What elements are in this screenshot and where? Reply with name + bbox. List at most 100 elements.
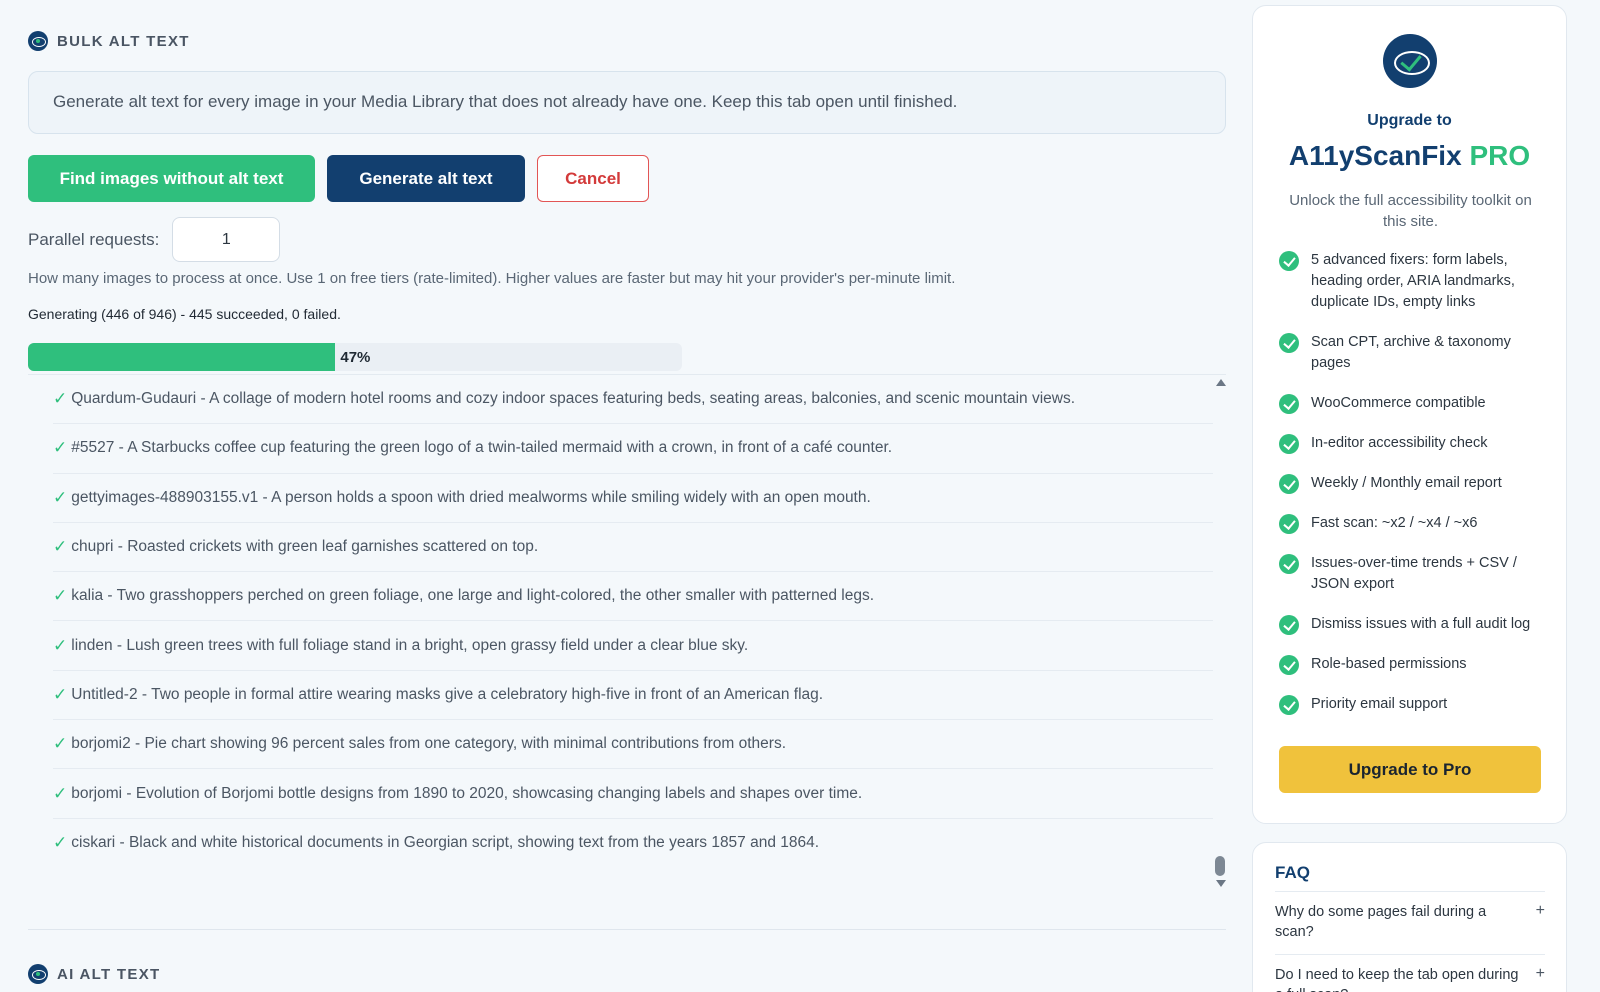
- result-text: Untitled-2 - Two people in formal attire…: [71, 685, 824, 703]
- check-circle-icon: [1279, 394, 1299, 414]
- result-item: ✓ chupri - Roasted crickets with green le…: [53, 523, 1213, 573]
- check-icon: ✓: [53, 586, 68, 606]
- result-item: ✓ Untitled-2 - Two people in formal attir…: [53, 671, 1213, 721]
- check-circle-icon: [1279, 333, 1299, 353]
- feature-item: Issues-over-time trends + CSV / JSON exp…: [1279, 553, 1554, 595]
- scrollbar-thumb[interactable]: [1215, 856, 1225, 876]
- result-item: ✓ linden - Lush green trees with full fol…: [53, 621, 1213, 671]
- cancel-button[interactable]: Cancel: [537, 155, 649, 202]
- upgrade-to-label: Upgrade to: [1367, 112, 1452, 129]
- product-name: A11yScanFix: [1288, 140, 1462, 171]
- feature-text: Weekly / Monthly email report: [1311, 475, 1502, 491]
- result-item: ✓ ciskari - Black and white historical do…: [53, 819, 1213, 868]
- check-circle-icon: [1279, 434, 1299, 454]
- eye-logo-icon: [28, 964, 48, 984]
- feature-item: 5 advanced fixers: form labels, heading …: [1279, 250, 1554, 313]
- info-notice: Generate alt text for every image in you…: [28, 71, 1226, 134]
- feature-text: 5 advanced fixers: form labels, heading …: [1311, 252, 1515, 310]
- section-title: BULK ALT TEXT: [57, 32, 190, 50]
- results-log[interactable]: ✓ Quardum-Gudauri - A collage of modern h…: [28, 374, 1226, 887]
- parallel-help-text: How many images to process at once. Use …: [28, 270, 956, 287]
- action-buttons: Find images without alt text Generate al…: [28, 155, 649, 202]
- results-list: ✓ Quardum-Gudauri - A collage of modern h…: [53, 375, 1213, 868]
- ai-alt-text-header: AI ALT TEXT: [28, 964, 160, 984]
- progress-bar-fill: [28, 343, 336, 371]
- upgrade-pro-card: Upgrade to A11yScanFix PRO Unlock the fu…: [1252, 5, 1567, 824]
- eye-check-logo-icon: [1383, 34, 1437, 88]
- feature-text: Scan CPT, archive & taxonomy pages: [1311, 334, 1511, 371]
- bulk-alt-text-header: BULK ALT TEXT: [28, 31, 190, 51]
- check-circle-icon: [1279, 695, 1299, 715]
- result-text: chupri - Roasted crickets with green lea…: [71, 538, 539, 556]
- faq-question: Do I need to keep the tab open during a …: [1275, 967, 1519, 992]
- check-icon: ✓: [53, 389, 68, 409]
- feature-text: Priority email support: [1311, 696, 1448, 712]
- feature-item: Fast scan: ~x2 / ~x4 / ~x6: [1279, 513, 1554, 534]
- feature-text: Fast scan: ~x2 / ~x4 / ~x6: [1311, 515, 1478, 531]
- faq-item[interactable]: Why do some pages fail during a scan? +: [1275, 891, 1545, 954]
- pro-label: PRO: [1469, 140, 1531, 171]
- check-icon: ✓: [53, 734, 68, 754]
- feature-item: WooCommerce compatible: [1279, 393, 1554, 414]
- result-item: ✓ borjomi2 - Pie chart showing 96 percent…: [53, 720, 1213, 770]
- feature-item: Dismiss issues with a full audit log: [1279, 614, 1554, 635]
- faq-title: FAQ: [1275, 863, 1310, 882]
- check-icon: ✓: [53, 833, 68, 853]
- feature-item: Role-based permissions: [1279, 654, 1554, 675]
- feature-item: Scan CPT, archive & taxonomy pages: [1279, 332, 1554, 374]
- result-text: borjomi2 - Pie chart showing 96 percent …: [71, 735, 786, 753]
- check-icon: ✓: [53, 783, 68, 803]
- check-icon: ✓: [53, 684, 68, 704]
- check-icon: ✓: [53, 438, 68, 458]
- check-circle-icon: [1279, 655, 1299, 675]
- result-text: linden - Lush green trees with full foli…: [71, 636, 749, 654]
- feature-text: WooCommerce compatible: [1311, 395, 1486, 411]
- result-text: #5527 - A Starbucks coffee cup featuring…: [71, 439, 893, 457]
- check-circle-icon: [1279, 554, 1299, 574]
- check-icon: ✓: [53, 635, 68, 655]
- result-text: kalia - Two grasshoppers perched on gree…: [71, 587, 874, 605]
- plus-icon[interactable]: +: [1536, 901, 1545, 942]
- check-circle-icon: [1279, 251, 1299, 271]
- check-icon: ✓: [53, 537, 68, 557]
- result-item: ✓ Quardum-Gudauri - A collage of modern h…: [53, 375, 1213, 425]
- parallel-requests-label: Parallel requests:: [28, 229, 160, 249]
- generate-alt-text-button[interactable]: Generate alt text: [327, 155, 525, 202]
- eye-logo-icon: [28, 31, 48, 51]
- upgrade-to-pro-button[interactable]: Upgrade to Pro: [1279, 746, 1541, 793]
- faq-item[interactable]: Do I need to keep the tab open during a …: [1275, 954, 1545, 992]
- section-title: AI ALT TEXT: [57, 965, 161, 983]
- result-item: ✓ borjomi - Evolution of Borjomi bottle d…: [53, 769, 1213, 819]
- product-title: A11yScanFix PRO: [1253, 140, 1566, 172]
- check-icon: ✓: [53, 487, 68, 507]
- generation-status: Generating (446 of 946) - 445 succeeded,…: [28, 306, 341, 322]
- feature-item: In-editor accessibility check: [1279, 433, 1554, 454]
- scroll-up-arrow-icon[interactable]: [1216, 379, 1226, 386]
- result-text: borjomi - Evolution of Borjomi bottle de…: [71, 784, 863, 802]
- progress-percent: 47%: [340, 349, 371, 366]
- feature-text: Role-based permissions: [1311, 656, 1467, 672]
- faq-question: Why do some pages fail during a scan?: [1275, 904, 1487, 940]
- parallel-requests-input[interactable]: [172, 217, 281, 262]
- result-item: ✓ kalia - Two grasshoppers perched on gre…: [53, 572, 1213, 622]
- result-item: ✓ #5527 - A Starbucks coffee cup featurin…: [53, 424, 1213, 474]
- check-circle-icon: [1279, 474, 1299, 494]
- result-text: Quardum-Gudauri - A collage of modern ho…: [71, 390, 1076, 408]
- scroll-down-arrow-icon[interactable]: [1216, 880, 1226, 887]
- feature-item: Weekly / Monthly email report: [1279, 473, 1554, 494]
- faq-list: Why do some pages fail during a scan? + Do…: [1275, 891, 1545, 992]
- result-text: gettyimages-488903155.v1 - A person hold…: [71, 488, 871, 506]
- result-text: ciskari - Black and white historical doc…: [71, 834, 820, 852]
- faq-card: FAQ Why do some pages fail during a scan…: [1252, 842, 1567, 992]
- feature-item: Priority email support: [1279, 694, 1554, 715]
- result-item: ✓ gettyimages-488903155.v1 - A person hol…: [53, 474, 1213, 523]
- find-images-button[interactable]: Find images without alt text: [28, 155, 315, 202]
- pro-subtitle: Unlock the full accessibility toolkit on…: [1289, 192, 1532, 230]
- feature-text: Issues-over-time trends + CSV / JSON exp…: [1311, 555, 1517, 592]
- plus-icon[interactable]: +: [1536, 964, 1545, 992]
- feature-list: 5 advanced fixers: form labels, heading …: [1279, 250, 1554, 715]
- check-circle-icon: [1279, 514, 1299, 534]
- parallel-requests-row: Parallel requests:: [28, 217, 281, 262]
- check-circle-icon: [1279, 615, 1299, 635]
- section-divider: [28, 929, 1226, 930]
